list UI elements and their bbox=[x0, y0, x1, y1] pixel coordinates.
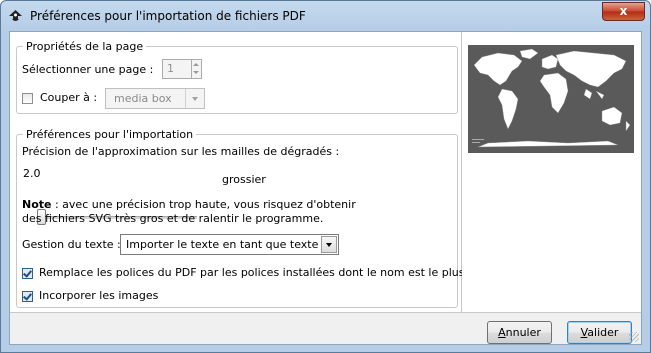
inkscape-icon bbox=[9, 10, 22, 21]
text-handling-value: Importer le texte en tant que texte bbox=[126, 238, 319, 251]
title-bar[interactable]: Préférences pour l'importation de fichie… bbox=[1, 1, 650, 31]
precision-value: 2.0 bbox=[23, 167, 41, 180]
note-bold: Note bbox=[22, 198, 52, 211]
embed-images-checkbox[interactable] bbox=[22, 291, 33, 302]
select-page-label: Sélectionner une page : bbox=[22, 63, 154, 76]
note-line-2: des fichiers SVG très gros et de ralenti… bbox=[22, 212, 324, 225]
crop-box-select[interactable]: media box bbox=[105, 88, 205, 109]
ok-button[interactable]: Valider bbox=[567, 321, 632, 344]
ok-label: alider bbox=[587, 326, 619, 339]
crop-box-value: media box bbox=[114, 92, 172, 105]
page-spinbox[interactable]: 1 bbox=[162, 59, 202, 79]
cancel-mnemonic: A bbox=[498, 326, 506, 339]
embed-images-label: Incorporer les images bbox=[39, 289, 159, 302]
options-pane: Propriétés de la page Sélectionner une p… bbox=[10, 32, 506, 313]
preview-pane bbox=[462, 32, 641, 313]
crop-checkbox[interactable] bbox=[22, 93, 33, 104]
close-button[interactable]: x bbox=[602, 2, 645, 21]
cancel-button[interactable]: Annuler bbox=[487, 321, 552, 344]
dialog-client-area: Propriétés de la page Sélectionner une p… bbox=[9, 31, 642, 345]
precision-level-label: grossier bbox=[222, 173, 266, 186]
text-handling-label: Gestion du texte : bbox=[22, 238, 121, 251]
resize-grip-icon[interactable] bbox=[629, 332, 639, 342]
world-map-preview bbox=[468, 45, 634, 153]
page-properties-legend: Propriétés de la page bbox=[26, 40, 144, 53]
chevron-down-icon[interactable] bbox=[185, 89, 204, 108]
replace-fonts-label: Remplace les polices du PDF par les poli… bbox=[39, 266, 506, 279]
spin-up-icon[interactable] bbox=[193, 63, 199, 66]
dialog-window: Préférences pour l'importation de fichie… bbox=[0, 0, 651, 353]
window-title: Préférences pour l'importation de fichie… bbox=[30, 9, 306, 23]
text-handling-select[interactable]: Importer le texte en tant que texte bbox=[120, 234, 339, 255]
note-line-1: : avec une précision trop haute, vous ri… bbox=[51, 198, 356, 211]
close-icon: x bbox=[619, 4, 628, 18]
spin-down-icon[interactable] bbox=[193, 71, 199, 74]
precision-label: Précision de l'approximation sur les mai… bbox=[22, 145, 340, 158]
cancel-label: nnuler bbox=[505, 326, 541, 339]
replace-fonts-checkbox[interactable] bbox=[22, 268, 33, 279]
import-preferences-legend: Préférences pour l'importation bbox=[26, 128, 194, 141]
page-spin-buttons[interactable] bbox=[192, 59, 202, 79]
crop-label: Couper à : bbox=[40, 91, 98, 104]
page-number-field[interactable]: 1 bbox=[162, 59, 192, 79]
chevron-down-icon[interactable] bbox=[321, 236, 337, 253]
note-text: Note : avec une précision trop haute, vo… bbox=[22, 198, 356, 211]
